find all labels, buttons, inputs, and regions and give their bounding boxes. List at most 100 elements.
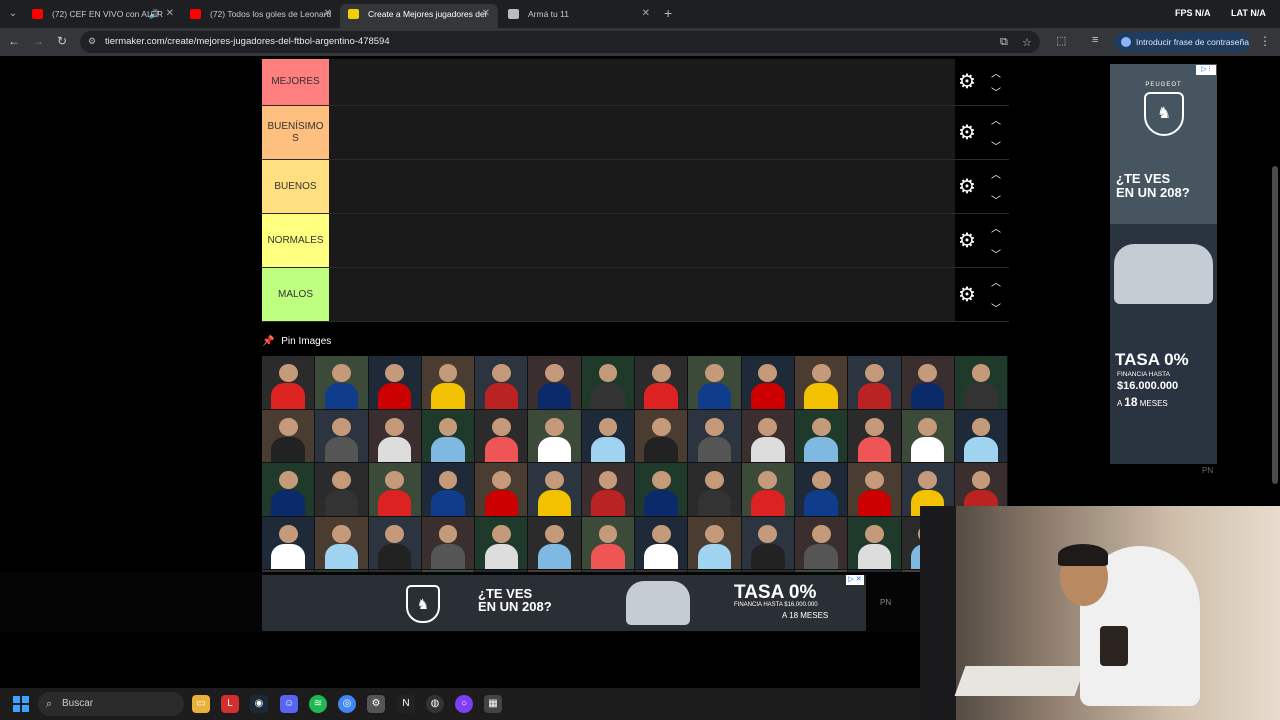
player-image[interactable] xyxy=(262,356,316,410)
player-image[interactable] xyxy=(528,463,582,517)
player-image[interactable] xyxy=(848,463,902,517)
tab-search-icon[interactable]: ⌄ xyxy=(4,5,22,23)
gear-icon[interactable]: ⚙ xyxy=(958,176,976,198)
player-image[interactable] xyxy=(954,356,1009,410)
player-image[interactable] xyxy=(315,463,369,517)
player-image[interactable] xyxy=(741,356,795,410)
password-chip[interactable]: Introducir frase de contraseña xyxy=(1114,32,1250,52)
player-image[interactable] xyxy=(368,463,422,517)
gear-icon[interactable]: ⚙ xyxy=(958,230,976,252)
player-image[interactable] xyxy=(528,516,582,570)
player-image[interactable] xyxy=(368,516,422,570)
discord-icon[interactable]: ☺ xyxy=(280,695,298,713)
tier-label[interactable]: BUENÍSIMOS xyxy=(262,106,329,159)
player-image[interactable] xyxy=(848,516,902,570)
tab-0[interactable]: (72) CEF EN VIVO con ALFR 🔊 ✕ xyxy=(24,4,182,28)
player-image[interactable] xyxy=(794,409,849,463)
player-image[interactable] xyxy=(262,463,316,517)
gear-icon[interactable]: ⚙ xyxy=(958,71,976,93)
player-image[interactable] xyxy=(475,356,529,410)
player-image[interactable] xyxy=(794,516,849,570)
tab-3[interactable]: Armá tu 11 ✕ xyxy=(500,4,658,28)
store-icon[interactable]: ▦ xyxy=(484,695,502,713)
chevron-up-icon[interactable]: ︿ xyxy=(991,112,1001,127)
tier-label[interactable]: MEJORES xyxy=(262,59,329,105)
translate-icon[interactable]: ⧉ xyxy=(1000,36,1008,49)
back-icon[interactable]: ← xyxy=(6,34,22,48)
tier-drop-zone[interactable] xyxy=(329,59,955,105)
tier-drop-zone[interactable] xyxy=(329,214,955,267)
tab-1[interactable]: (72) Todos los goles de Leonard ✕ xyxy=(182,4,340,28)
l-app-icon[interactable]: L xyxy=(221,695,239,713)
player-image[interactable] xyxy=(315,409,369,463)
player-image[interactable] xyxy=(688,409,742,463)
player-image[interactable] xyxy=(635,516,689,570)
spotify-icon[interactable]: ≋ xyxy=(309,695,327,713)
gear-icon[interactable]: ⚙ xyxy=(958,284,976,306)
player-image[interactable] xyxy=(528,356,582,410)
ad-bottom-banner[interactable]: ♞ ¿TE VES EN UN 208? TASA 0% FINANCIA HA… xyxy=(262,575,866,631)
taskbar-search[interactable]: ⌕ Buscar xyxy=(38,692,184,716)
tab-2[interactable]: Create a Mejores jugadores del ✕ xyxy=(340,4,498,28)
address-bar[interactable]: ⚙ tiermaker.com/create/mejores-jugadores… xyxy=(80,31,1040,53)
tier-drop-zone[interactable] xyxy=(329,160,955,213)
windows-start-icon[interactable] xyxy=(13,696,29,712)
obs-icon[interactable]: ◍ xyxy=(426,695,444,713)
player-image[interactable] xyxy=(262,409,316,463)
player-image[interactable] xyxy=(635,409,689,463)
player-image[interactable] xyxy=(421,463,476,517)
chevron-down-icon[interactable]: ﹀ xyxy=(991,192,1001,207)
player-image[interactable] xyxy=(688,516,742,570)
file-explorer-icon[interactable]: ▭ xyxy=(192,695,210,713)
close-icon[interactable]: ✕ xyxy=(166,4,174,24)
site-info-icon[interactable]: ⚙ xyxy=(88,36,96,47)
player-image[interactable] xyxy=(315,516,369,570)
ad-choices-icon[interactable]: ▷ ✕ xyxy=(846,575,864,585)
player-image[interactable] xyxy=(262,516,316,570)
player-image[interactable] xyxy=(741,516,795,570)
player-image[interactable] xyxy=(688,463,742,517)
tier-drop-zone[interactable] xyxy=(329,106,955,159)
app-circle-icon[interactable]: ○ xyxy=(455,695,473,713)
extensions-icon[interactable]: ⬚ xyxy=(1056,34,1066,47)
player-image[interactable] xyxy=(635,356,689,410)
player-image[interactable] xyxy=(581,463,636,517)
tier-drop-zone[interactable] xyxy=(329,268,955,321)
player-image[interactable] xyxy=(421,409,476,463)
player-image[interactable] xyxy=(581,356,636,410)
chevron-up-icon[interactable]: ︿ xyxy=(991,166,1001,181)
new-tab-icon[interactable]: + xyxy=(664,5,672,21)
forward-icon[interactable]: → xyxy=(30,34,46,48)
player-image[interactable] xyxy=(954,409,1009,463)
player-image[interactable] xyxy=(368,356,422,410)
player-image[interactable] xyxy=(581,516,636,570)
steam-icon[interactable]: ◉ xyxy=(250,695,268,713)
player-image[interactable] xyxy=(581,409,636,463)
chevron-down-icon[interactable]: ﹀ xyxy=(991,138,1001,153)
player-image[interactable] xyxy=(848,356,902,410)
pin-images-toggle[interactable]: 📌 Pin Images xyxy=(262,336,331,347)
tier-label[interactable]: MALOS xyxy=(262,268,329,321)
player-image[interactable] xyxy=(848,409,902,463)
chevron-up-icon[interactable]: ︿ xyxy=(991,274,1001,289)
close-icon[interactable]: ✕ xyxy=(324,4,332,24)
player-image[interactable] xyxy=(368,409,422,463)
player-image[interactable] xyxy=(901,356,955,410)
chevron-down-icon[interactable]: ﹀ xyxy=(991,300,1001,315)
player-image[interactable] xyxy=(475,409,529,463)
player-image[interactable] xyxy=(741,409,795,463)
chevron-down-icon[interactable]: ﹀ xyxy=(991,246,1001,261)
ad-banner-right[interactable]: PEUGEOT ♞ ¿TE VES EN UN 208? TASA 0% FIN… xyxy=(1110,64,1217,464)
scroll-thumb[interactable] xyxy=(1272,166,1278,484)
settings-icon[interactable]: ⚙ xyxy=(367,695,385,713)
player-image[interactable] xyxy=(901,409,955,463)
gear-icon[interactable]: ⚙ xyxy=(958,122,976,144)
reading-list-icon[interactable]: ≡ xyxy=(1092,34,1098,46)
chevron-down-icon[interactable]: ﹀ xyxy=(991,84,1001,99)
notion-icon[interactable]: N xyxy=(397,695,415,713)
menu-icon[interactable]: ⋮ xyxy=(1259,34,1271,48)
speaker-icon[interactable]: 🔊 xyxy=(149,4,160,24)
player-image[interactable] xyxy=(635,463,689,517)
player-image[interactable] xyxy=(794,463,849,517)
player-image[interactable] xyxy=(421,516,476,570)
